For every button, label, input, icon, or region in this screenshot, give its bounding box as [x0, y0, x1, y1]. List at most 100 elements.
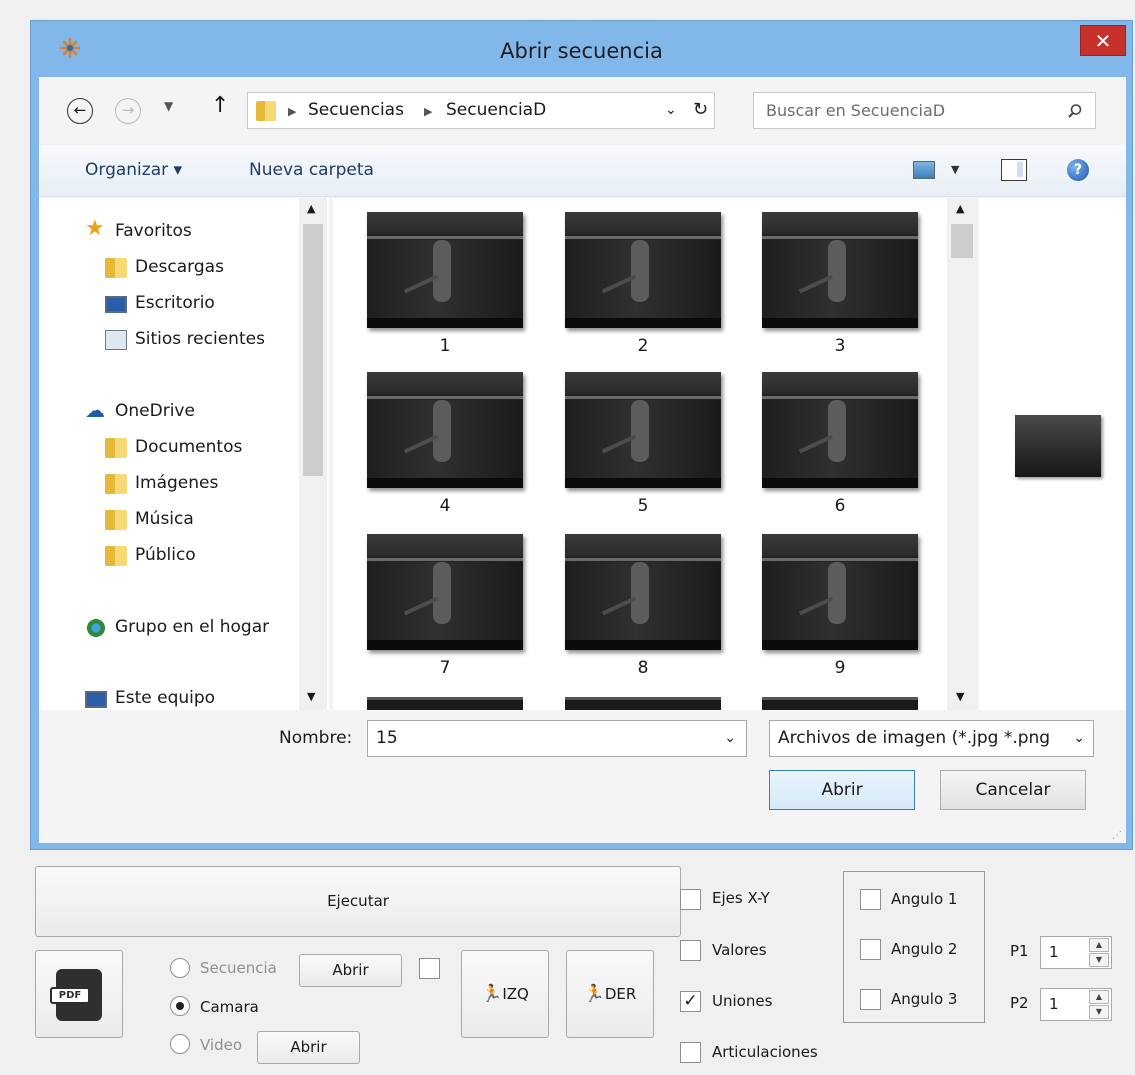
close-button[interactable]: ✕ [1080, 25, 1126, 56]
scroll-up-icon[interactable]: ▲ [307, 202, 315, 215]
dialog-titlebar[interactable]: Abrir secuencia ✕ [31, 21, 1132, 77]
scroll-down-icon[interactable]: ▼ [307, 690, 315, 703]
file-item[interactable]: 6 [762, 372, 918, 522]
chevron-down-icon[interactable]: ⌄ [665, 102, 677, 118]
nav-label: Música [135, 509, 194, 529]
source-camera-radio[interactable] [170, 996, 190, 1016]
scrollbar-thumb[interactable] [303, 224, 323, 476]
dialog-body: ← → ▼ ↑ ▶ Secuencias ▶ SecuenciaD ⌄ ↻ Or… [39, 77, 1126, 843]
file-thumbnail-partial[interactable] [565, 697, 721, 710]
source-sequence-label: Secuencia [200, 959, 277, 977]
breadcrumb-item[interactable]: Secuencias [308, 100, 404, 120]
file-type-select[interactable]: Archivos de imagen (*.jpg *.png ⌄ [769, 720, 1094, 757]
history-dropdown-icon[interactable]: ▼ [164, 99, 173, 113]
open-file-dialog: Abrir secuencia ✕ ← → ▼ ↑ ▶ Secuencias ▶… [30, 20, 1133, 850]
file-item[interactable]: 1 [367, 212, 523, 362]
file-thumbnail [367, 212, 523, 328]
file-name: 4 [439, 496, 451, 516]
new-folder-button[interactable]: Nueva carpeta [249, 160, 374, 180]
spin-down-icon[interactable]: ▼ [1089, 953, 1109, 967]
file-item[interactable]: 8 [565, 534, 721, 684]
preview-image [1015, 415, 1101, 477]
file-item[interactable]: 4 [367, 372, 523, 522]
file-thumbnail-partial[interactable] [367, 697, 523, 710]
spin-down-icon[interactable]: ▼ [1089, 1005, 1109, 1019]
file-thumbnail [762, 534, 918, 650]
values-checkbox[interactable] [680, 940, 701, 961]
file-item[interactable]: 5 [565, 372, 721, 522]
angle-3-label: Angulo 3 [891, 990, 958, 1008]
source-video-radio[interactable] [170, 1034, 190, 1054]
nav-label: Descargas [135, 257, 224, 277]
joints-checkbox[interactable] [680, 1042, 701, 1063]
scroll-down-icon[interactable]: ▼ [956, 690, 964, 703]
p2-spinbox[interactable]: 1 ▲ ▼ [1040, 988, 1112, 1021]
file-item[interactable]: 2 [565, 212, 721, 362]
run-button[interactable]: Ejecutar [35, 866, 681, 937]
cancel-button[interactable]: Cancelar [940, 770, 1086, 810]
p1-spinbox[interactable]: 1 ▲ ▼ [1040, 936, 1112, 969]
pdf-button[interactable]: PDF [35, 950, 123, 1038]
chevron-down-icon[interactable]: ⌄ [724, 730, 736, 746]
p2-value: 1 [1049, 995, 1059, 1013]
file-name: 1 [439, 336, 451, 356]
folder-icon [105, 474, 127, 494]
up-arrow-icon[interactable]: ↑ [211, 93, 229, 118]
search-input[interactable] [754, 93, 1054, 128]
view-dropdown-icon[interactable]: ▼ [951, 163, 959, 176]
source-sequence-radio[interactable] [170, 958, 190, 978]
chevron-down-icon[interactable]: ⌄ [1073, 730, 1085, 746]
folder-icon [105, 546, 127, 566]
p2-label: P2 [1010, 994, 1029, 1012]
search-icon[interactable] [1067, 103, 1083, 119]
axes-checkbox[interactable] [680, 889, 701, 910]
left-button-label: IZQ [502, 985, 529, 1003]
view-mode-icon[interactable] [913, 161, 935, 179]
scroll-up-icon[interactable]: ▲ [956, 202, 964, 215]
downloads-folder-icon [105, 258, 127, 278]
resize-grip-icon[interactable]: ⋰ [1112, 830, 1122, 841]
file-thumbnail [762, 372, 918, 488]
file-thumbnail [367, 372, 523, 488]
files-scrollbar[interactable]: ▲ ▼ [947, 198, 977, 710]
p1-value: 1 [1049, 943, 1059, 961]
open-button[interactable]: Abrir [769, 770, 915, 810]
joins-checkbox[interactable]: ✓ [680, 991, 701, 1012]
organize-menu[interactable]: Organizar ▾ [85, 160, 182, 180]
navigation-pane: ★ Favoritos Descargas Escritorio Sitios … [39, 198, 329, 710]
source-camera-label: Camara [200, 998, 259, 1016]
running-figure-icon: 🏃 [481, 984, 503, 1004]
right-button[interactable]: 🏃DER [566, 950, 654, 1038]
angle-3-checkbox[interactable] [860, 989, 881, 1010]
pdf-icon: PDF [50, 969, 102, 1021]
file-thumbnail-partial[interactable] [762, 697, 918, 710]
scrollbar-thumb[interactable] [951, 224, 973, 258]
spin-up-icon[interactable]: ▲ [1089, 938, 1109, 952]
spin-up-icon[interactable]: ▲ [1089, 990, 1109, 1004]
angle-2-checkbox[interactable] [860, 939, 881, 960]
nav-scrollbar[interactable]: ▲ ▼ [299, 198, 327, 710]
file-item[interactable]: 3 [762, 212, 918, 362]
sequence-option-checkbox[interactable] [419, 958, 440, 979]
forward-icon[interactable]: → [115, 98, 141, 124]
file-item[interactable]: 9 [762, 534, 918, 684]
refresh-icon[interactable]: ↻ [693, 99, 708, 120]
joins-label: Uniones [712, 992, 773, 1010]
address-bar[interactable]: ▶ Secuencias ▶ SecuenciaD ⌄ ↻ [247, 92, 715, 129]
open-video-button[interactable]: Abrir [257, 1031, 360, 1064]
back-icon[interactable]: ← [67, 98, 93, 124]
breadcrumb-item[interactable]: SecuenciaD [446, 100, 546, 120]
open-sequence-button[interactable]: Abrir [299, 954, 402, 987]
cloud-icon: ☁ [85, 398, 105, 422]
folder-icon [105, 510, 127, 530]
help-icon[interactable]: ? [1067, 159, 1089, 181]
nav-label: Este equipo [115, 688, 216, 708]
filename-input[interactable]: 15 ⌄ [367, 720, 747, 757]
left-button[interactable]: 🏃IZQ [461, 950, 549, 1038]
breadcrumb-separator-icon: ▶ [288, 105, 297, 118]
file-name: 6 [834, 496, 846, 516]
preview-pane-icon[interactable] [1001, 159, 1027, 181]
file-item[interactable]: 7 [367, 534, 523, 684]
angle-1-checkbox[interactable] [860, 889, 881, 910]
dialog-toolbar: Organizar ▾ Nueva carpeta ▼ ? [39, 145, 1126, 197]
